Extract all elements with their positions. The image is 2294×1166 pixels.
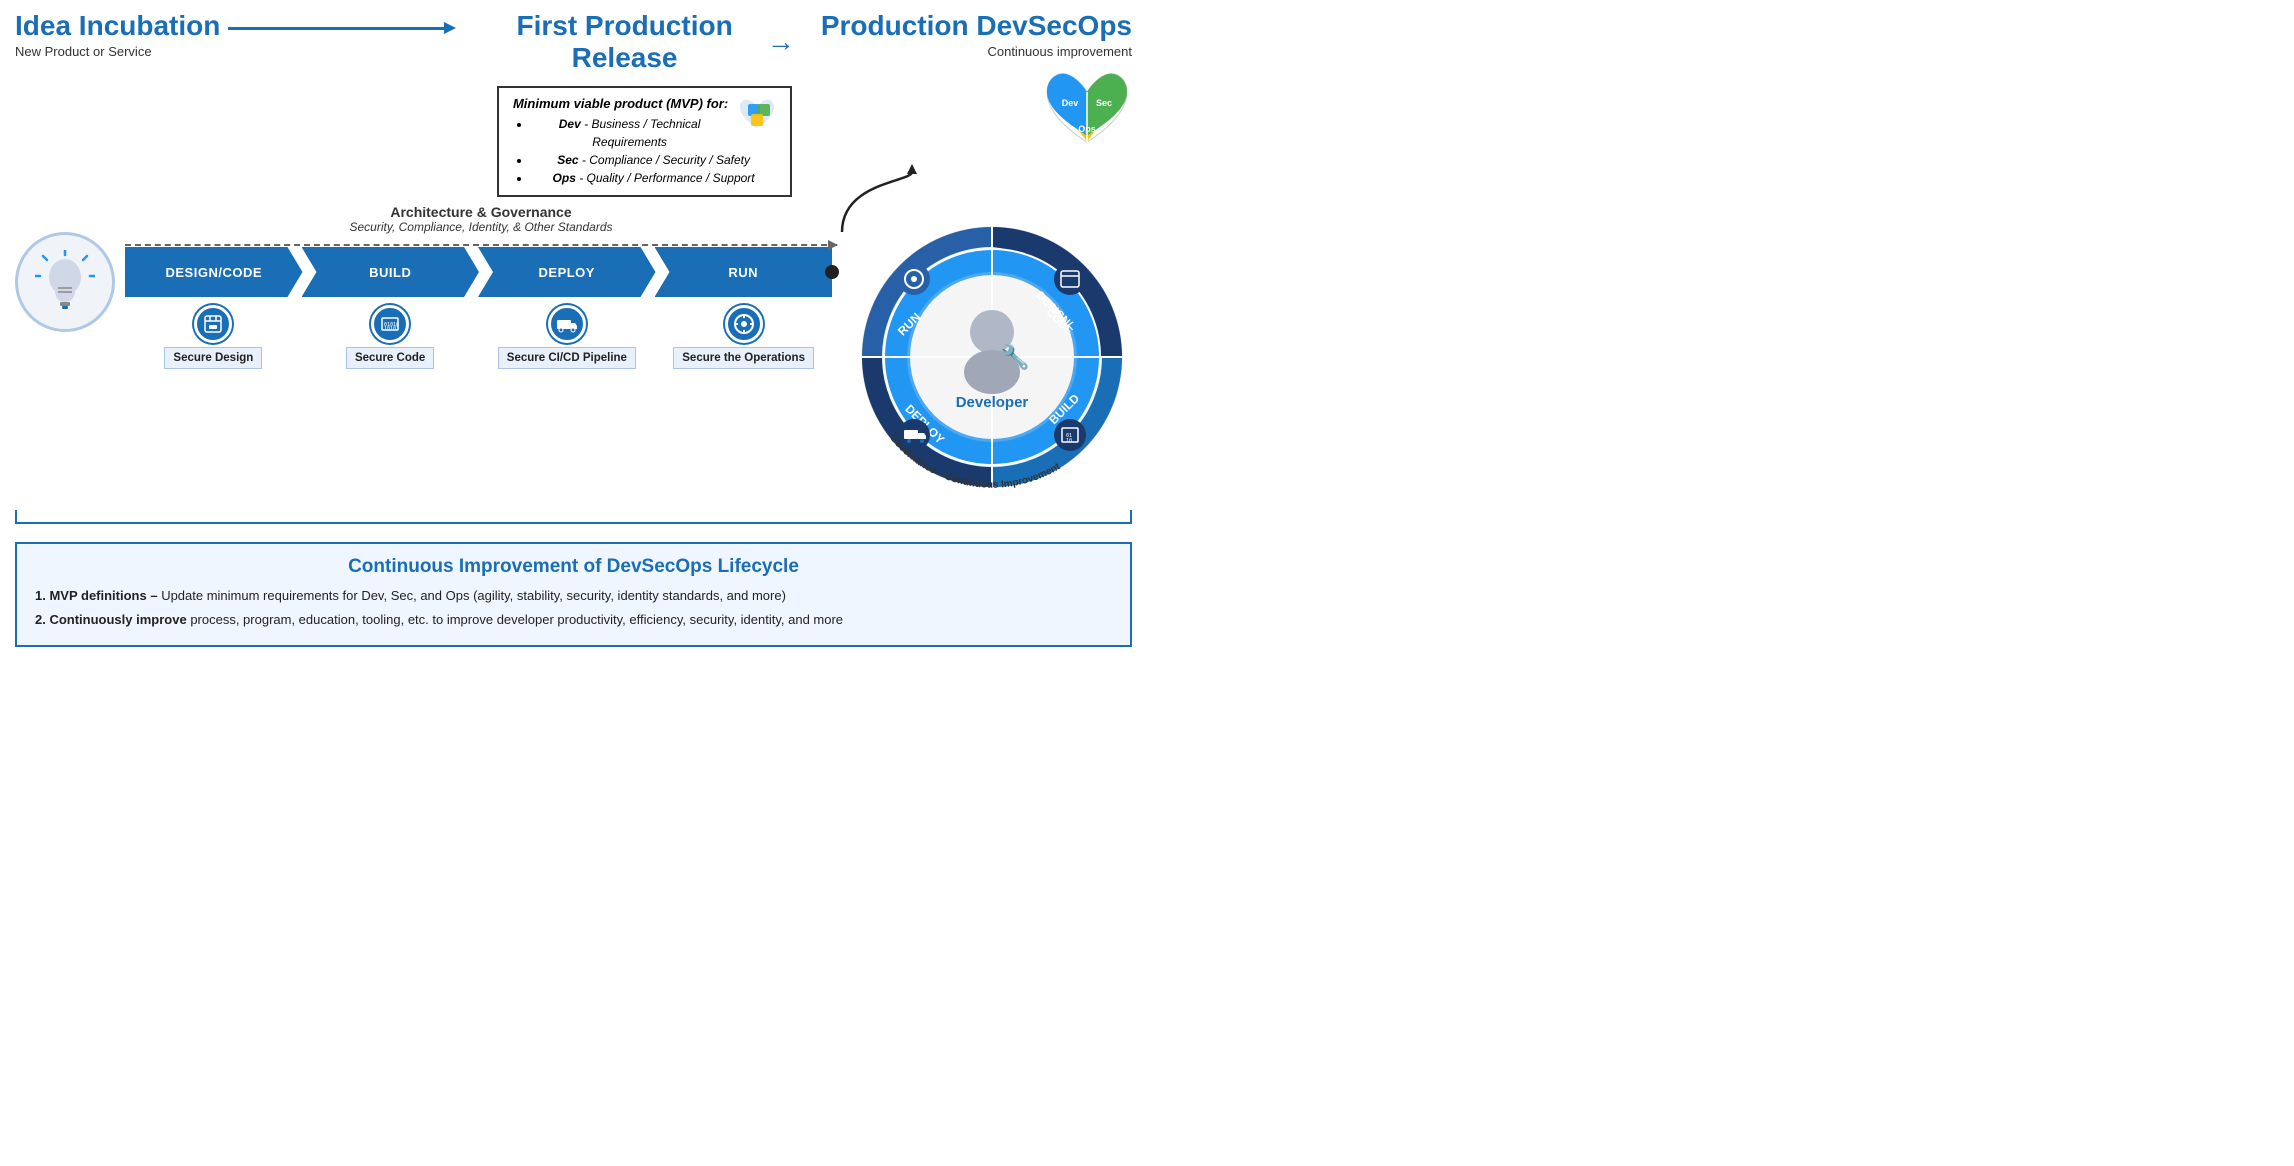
pipeline-container: DESIGN/CODE BUILD DEPLOY RUN: [125, 247, 832, 369]
pipeline-icon-code: 01010 10101 Secure Code: [302, 305, 479, 369]
prod-subtitle: Continuous improvement: [821, 44, 1132, 59]
idea-subtitle: New Product or Service: [15, 44, 448, 59]
idea-section: Idea Incubation New Product or Service: [15, 10, 448, 59]
code-icon-circle: 01010 10101: [371, 305, 409, 343]
svg-text:Sec: Sec: [1096, 98, 1112, 108]
bottom-section: Continuous Improvement of DevSecOps Life…: [15, 542, 1132, 647]
first-production-section: First Production Release → Minimum viabl…: [468, 10, 820, 197]
code-label: Secure Code: [346, 347, 434, 369]
mvp-item-ops: Ops - Quality / Performance / Support: [531, 169, 776, 187]
svg-text:Dev: Dev: [1062, 98, 1079, 108]
mvp-item-sec: Sec - Compliance / Security / Safety: [531, 151, 776, 169]
pipeline-icon-design: Secure Design: [125, 305, 302, 369]
pipeline-icon-ops: Secure the Operations: [655, 305, 832, 369]
bottom-bracket-row: [15, 510, 1132, 524]
lightbulb-circle: [15, 232, 115, 332]
svg-text:Developer: Developer: [956, 394, 1029, 411]
middle-row: DESIGN/CODE BUILD DEPLOY RUN: [15, 202, 1132, 502]
dashed-governance-line: [125, 244, 837, 246]
first-production-title: First Production Release →: [488, 10, 800, 74]
pipeline-icon-cicd: Secure CI/CD Pipeline: [479, 305, 656, 369]
curved-arrow-icon: [832, 162, 932, 242]
svg-text:10: 10: [1066, 438, 1072, 444]
main-container: Idea Incubation New Product or Service F…: [0, 0, 1147, 657]
pipeline-segment-design-code: DESIGN/CODE: [125, 247, 303, 297]
svg-text:10101: 10101: [384, 326, 399, 332]
mvp-box: Minimum viable product (MVP) for: Dev - …: [497, 86, 792, 197]
prod-title: Production DevSecOps: [821, 10, 1132, 42]
pipeline-end-dot: [825, 265, 839, 279]
bottom-title: Continuous Improvement of DevSecOps Life…: [35, 556, 1112, 578]
dashed-line-arrowhead: [828, 240, 838, 250]
pipeline-segment-deploy: DEPLOY: [478, 247, 656, 297]
idea-title-text: Idea Incubation: [15, 10, 220, 42]
mvp-box-title: Minimum viable product (MVP) for:: [513, 96, 776, 111]
pipeline-icons-row: Secure Design 01010 10101 Secure Code: [125, 305, 832, 369]
svg-text:Ops: Ops: [1078, 124, 1096, 134]
pipeline-segment-build: BUILD: [302, 247, 480, 297]
design-label: Secure Design: [164, 347, 262, 369]
cicd-label: Secure CI/CD Pipeline: [498, 347, 636, 369]
ops-label: Secure the Operations: [673, 347, 814, 369]
middle-section: Architecture & Governance Security, Comp…: [15, 202, 1132, 502]
design-icon-circle: [194, 305, 232, 343]
idea-title-arrow: [228, 27, 448, 30]
pipeline-segment-run: RUN: [655, 247, 833, 297]
devsecops-circle: DESIGN/ CODE BUILD DEPLOY RUN 01 10: [852, 217, 1132, 502]
bottom-item-2: 2. Continuously improve process, program…: [35, 610, 1112, 630]
production-section: Production DevSecOps Continuous improvem…: [821, 10, 1132, 149]
svg-text:🔧: 🔧: [1000, 342, 1030, 371]
header-row: Idea Incubation New Product or Service F…: [15, 10, 1132, 197]
bottom-bracket-left: [15, 510, 865, 524]
bottom-item-1: 1. MVP definitions – Update minimum requ…: [35, 586, 1112, 606]
pipeline-arrow: DESIGN/CODE BUILD DEPLOY RUN: [125, 247, 832, 297]
lightbulb-icon: [35, 250, 95, 315]
circle-diagram-svg: DESIGN/ CODE BUILD DEPLOY RUN 01 10: [852, 217, 1132, 497]
bottom-bracket-right: [865, 510, 1132, 524]
ops-icon-circle: [725, 305, 763, 343]
cicd-icon-circle: [548, 305, 586, 343]
devsecops-heart-icon: Dev Sec Ops: [1042, 64, 1132, 149]
idea-title: Idea Incubation: [15, 10, 448, 42]
